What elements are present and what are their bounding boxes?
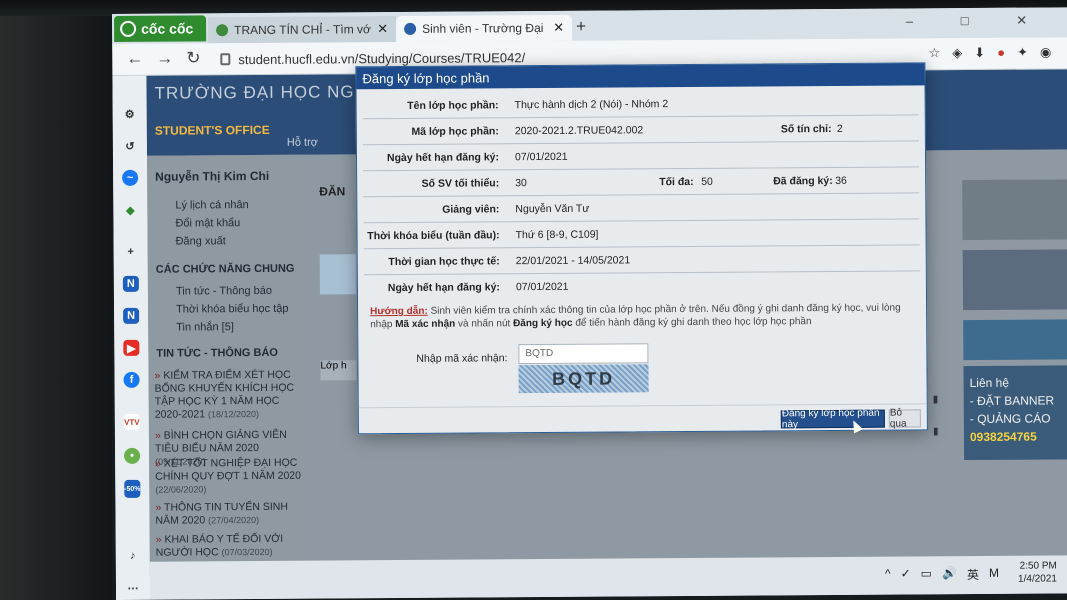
windows-taskbar: ^ ✓ ▭ 🔊 英 M 2:50 PM 1/4/2021: [149, 555, 1067, 600]
youtube-icon[interactable]: ▶: [123, 339, 140, 356]
back-arrow-icon[interactable]: ←: [126, 49, 143, 69]
change-password-link[interactable]: Đổi mật khẩu: [175, 217, 240, 229]
section-news: TIN TỨC - THÔNG BÁO: [156, 346, 278, 360]
more-icon[interactable]: ⋯: [125, 580, 141, 596]
ad-banner[interactable]: [962, 249, 1067, 311]
messages-link[interactable]: Tin nhắn [5]: [176, 321, 234, 333]
tab-title: TRANG TÍN CHỈ - Tìm với Cốc: [234, 22, 372, 38]
table-row: Tên lớp học phần: Thực hành dịch 2 (Nói)…: [362, 89, 919, 120]
record-icon[interactable]: ●: [997, 45, 1005, 61]
skip-button[interactable]: Bỏ qua: [888, 407, 921, 430]
class-header: Lớp h: [320, 360, 357, 381]
battery-icon[interactable]: ▭: [921, 566, 932, 583]
student-name: Nguyễn Thị Kim Chi: [155, 168, 270, 184]
main-content-fragment: ĐĂN Lớp h: [315, 170, 358, 570]
url-text: student.hucfl.edu.vn/Studying/Courses/TR…: [238, 49, 526, 67]
coccoc-favicon-icon: [216, 24, 229, 37]
download-icon[interactable]: ⬇: [974, 45, 985, 61]
news-item[interactable]: » KIỂM TRA ĐIỂM XÉT HỌC BỔNG KHUYẾN KHÍC…: [154, 369, 306, 422]
bookmark-icon: ▮: [932, 426, 939, 438]
main-title: ĐĂN: [319, 184, 346, 199]
ad-banner[interactable]: [962, 179, 1067, 241]
news-item[interactable]: » XÉT TỐT NGHIỆP ĐẠI HỌC CHÍNH QUY ĐỢT 1…: [155, 457, 307, 497]
coccoc-logo-icon: [120, 20, 137, 37]
news-item[interactable]: » KHAI BÁO Y TẾ ĐỐI VỚI NGƯỜI HỌC (07/03…: [156, 533, 308, 560]
tab-tin-chi[interactable]: TRANG TÍN CHỈ - Tìm với Cốc ✕: [208, 16, 397, 44]
ad-banner[interactable]: [963, 319, 1067, 361]
instructions: Hướng dẫn: Sinh viên kiểm tra chính xác …: [370, 302, 901, 331]
register-class-dialog: Đăng ký lớp học phần Tên lớp học phần: T…: [355, 62, 928, 435]
info-box: [319, 254, 356, 295]
table-row: Thời khóa biểu (tuần đầu): Thứ 6 [8-9, C…: [363, 219, 920, 250]
news-item[interactable]: » THÔNG TIN TUYỂN SINH NĂM 2020 (27/04/2…: [155, 501, 307, 528]
clock-date: 1/4/2021: [1017, 573, 1058, 585]
news-icon[interactable]: N: [122, 275, 139, 292]
table-row: Ngày hết hạn đăng ký: 07/01/2021: [387, 280, 569, 295]
clock[interactable]: 2:50 PM 1/4/2021: [1018, 559, 1057, 585]
logout-link[interactable]: Đăng xuất: [176, 235, 226, 247]
timetable-link[interactable]: Thời khóa biểu học tập: [176, 303, 288, 316]
tab-title: Sinh viên - Trường Đại học Ng: [422, 20, 547, 36]
news-link[interactable]: Tin tức - Thông báo: [176, 285, 272, 298]
table-row: Thời gian học thực tế: 22/01/2021 - 14/0…: [363, 245, 920, 276]
messenger-icon[interactable]: ~: [122, 169, 139, 186]
bookmark-icon: ▮: [932, 394, 939, 406]
news-icon-2[interactable]: N: [123, 307, 140, 324]
office-logo: STUDENT'S OFFICE: [154, 122, 270, 138]
puzzle-icon[interactable]: ✦: [1017, 45, 1028, 61]
ime-mode-icon[interactable]: M: [989, 566, 999, 583]
right-ads: Liên hệ - ĐẶT BANNER - QUẢNG CÁO 0938254…: [958, 179, 1067, 480]
screen: cốc cốc TRANG TÍN CHỈ - Tìm với Cốc ✕ Si…: [112, 7, 1067, 600]
volume-icon[interactable]: 🔊: [942, 566, 957, 583]
history-icon[interactable]: ↺: [122, 138, 138, 154]
clock-time: 2:50 PM: [1019, 560, 1057, 572]
university-favicon-icon: [404, 22, 417, 35]
class-info-table: Tên lớp học phần: Thực hành dịch 2 (Nói)…: [362, 89, 920, 301]
tray-icons: ^ ✓ ▭ 🔊 英 M: [885, 566, 999, 584]
chat-icon[interactable]: •: [124, 447, 141, 464]
close-icon[interactable]: ✕: [553, 20, 564, 36]
add-icon[interactable]: +: [123, 244, 139, 260]
section-common: CÁC CHỨC NĂNG CHUNG: [155, 262, 295, 276]
profile-icon[interactable]: ◉: [1040, 44, 1051, 60]
browser-sidebar: ⚙ ↺ ~ ◆ + N N ▶ f VTV • -50% ♪ ⋯: [112, 75, 151, 600]
star-icon[interactable]: ☆: [929, 45, 941, 61]
table-row: Mã lớp học phần: 2020-2021.2.TRUE042.002…: [362, 115, 919, 146]
captcha-label: Nhập mã xác nhận:: [416, 352, 508, 365]
ime-icon[interactable]: 英: [967, 566, 979, 583]
window-controls[interactable]: – □ ✕: [906, 12, 1049, 29]
forward-arrow-icon[interactable]: →: [156, 49, 173, 69]
bell-icon[interactable]: ♪: [125, 548, 141, 564]
lock-icon: [220, 53, 231, 66]
tab-sinh-vien[interactable]: Sinh viên - Trường Đại học Ng ✕: [396, 14, 573, 43]
facebook-icon[interactable]: f: [123, 371, 140, 388]
shield-icon[interactable]: ◈: [952, 45, 962, 61]
tray-check-icon[interactable]: ✓: [901, 566, 911, 583]
tray-expand-icon[interactable]: ^: [885, 567, 891, 584]
extension-icons: ☆ ◈ ⬇ ● ✦ ◉: [929, 44, 1052, 61]
help-link[interactable]: Hỗ trợ: [287, 137, 318, 149]
profile-link[interactable]: Lý lịch cá nhân: [175, 199, 248, 212]
left-menu: Nguyễn Thị Kim Chi Lý lịch cá nhân Đổi m…: [146, 154, 310, 576]
close-icon[interactable]: ✕: [377, 21, 388, 37]
new-tab-button[interactable]: +: [576, 17, 586, 37]
brand-label: cốc cốc: [141, 20, 194, 37]
dialog-title: Đăng ký lớp học phần: [356, 63, 925, 90]
vtv-icon[interactable]: VTV: [123, 413, 140, 430]
monitor-bezel-left: [0, 0, 112, 600]
table-row: Giảng viên: Nguyễn Văn Tư: [363, 193, 920, 224]
captcha-image: BQTD: [518, 364, 649, 394]
coccoc-menu-button[interactable]: cốc cốc: [114, 15, 207, 42]
captcha-input[interactable]: BQTD: [518, 343, 649, 365]
reload-icon[interactable]: ↻: [186, 48, 200, 68]
table-row: Số SV tối thiểu: 30 Tối đa: 50 Đã đăng k…: [363, 167, 920, 198]
settings-icon[interactable]: ⚙: [122, 106, 138, 122]
table-row: Ngày hết hạn đăng ký: 07/01/2021: [362, 141, 920, 172]
register-button[interactable]: Đăng ký lớp học phần này: [780, 408, 885, 430]
game-icon[interactable]: ◆: [122, 202, 138, 218]
contact-banner[interactable]: Liên hệ - ĐẶT BANNER - QUẢNG CÁO 0938254…: [963, 365, 1067, 461]
promo-icon[interactable]: -50%: [124, 479, 141, 498]
